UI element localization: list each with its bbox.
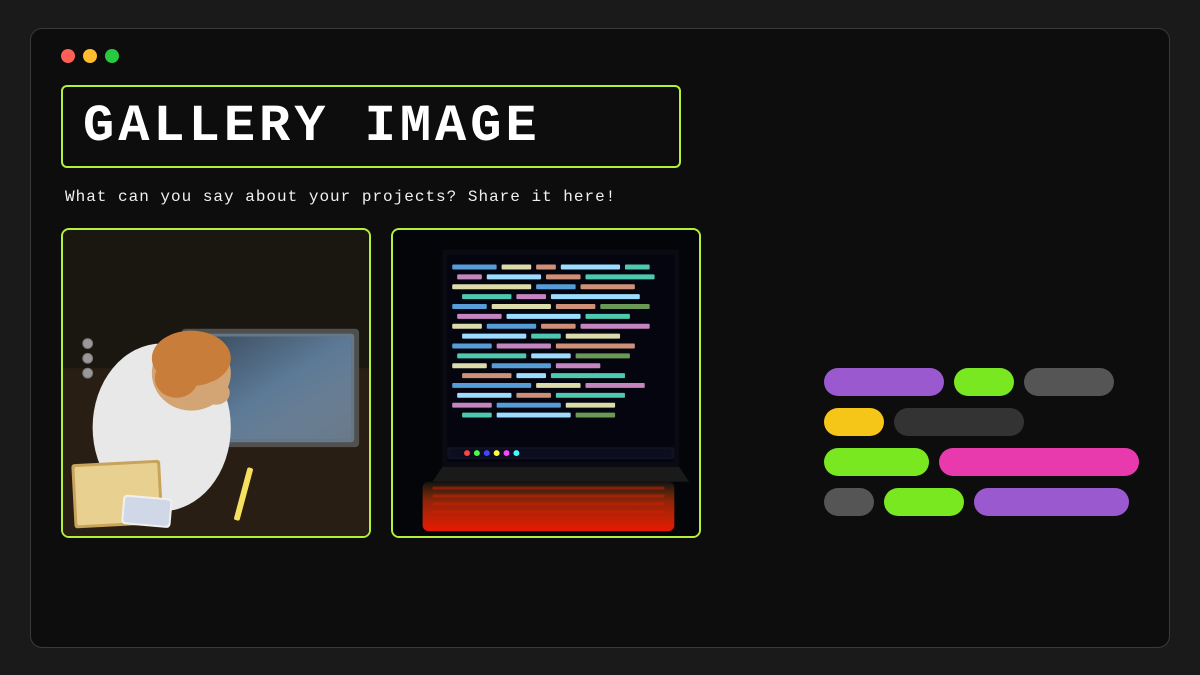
bar-purple-1 bbox=[824, 368, 944, 396]
close-button[interactable] bbox=[61, 49, 75, 63]
header-box: GALLERY IMAGE bbox=[61, 85, 681, 168]
images-area bbox=[61, 228, 794, 538]
minimize-button[interactable] bbox=[83, 49, 97, 63]
bar-green-3 bbox=[824, 448, 929, 476]
subtitle-text: What can you say about your projects? Sh… bbox=[65, 188, 1139, 206]
title-bar bbox=[61, 49, 1139, 63]
gallery-title: GALLERY IMAGE bbox=[83, 97, 659, 156]
bar-gray-4 bbox=[824, 488, 874, 516]
bar-pink-3 bbox=[939, 448, 1139, 476]
person-laptop-image bbox=[63, 230, 369, 536]
bar-purple-4 bbox=[974, 488, 1129, 516]
bar-dark-2 bbox=[894, 408, 1024, 436]
content-area: GALLERY IMAGE What can you say about you… bbox=[61, 85, 1139, 538]
bar-row-4 bbox=[824, 488, 1139, 516]
bar-row-1 bbox=[824, 368, 1139, 396]
bar-row-3 bbox=[824, 448, 1139, 476]
main-row bbox=[61, 228, 1139, 538]
bar-row-2 bbox=[824, 408, 1139, 436]
bar-gray-1 bbox=[1024, 368, 1114, 396]
decorative-bars bbox=[794, 228, 1139, 516]
bar-green-4 bbox=[884, 488, 964, 516]
bar-green-1 bbox=[954, 368, 1014, 396]
maximize-button[interactable] bbox=[105, 49, 119, 63]
main-window: GALLERY IMAGE What can you say about you… bbox=[30, 28, 1170, 648]
bar-yellow-2 bbox=[824, 408, 884, 436]
image-card-person bbox=[61, 228, 371, 538]
code-laptop-image bbox=[393, 230, 699, 536]
image-card-code bbox=[391, 228, 701, 538]
